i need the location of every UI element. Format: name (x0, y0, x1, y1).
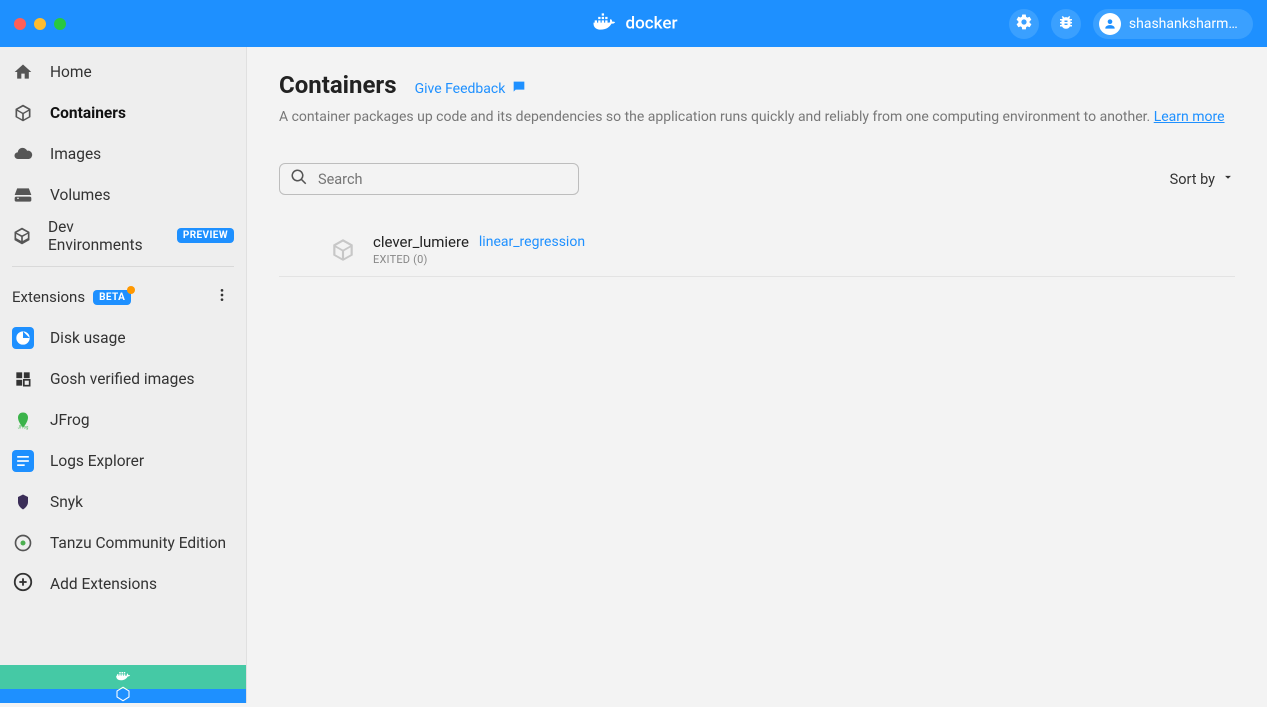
feedback-icon (511, 79, 527, 99)
extension-item-logs-explorer[interactable]: Logs Explorer (0, 440, 246, 481)
cloud-icon (12, 144, 34, 164)
jfrog-icon: JFrog (12, 409, 34, 431)
container-row-top: clever_lumiere linear_regression (373, 233, 585, 251)
add-extensions-button[interactable]: Add Extensions (0, 563, 246, 604)
beta-badge: BETA (93, 290, 131, 305)
search-input[interactable] (318, 171, 568, 188)
extension-item-gosh[interactable]: Gosh verified images (0, 358, 246, 399)
learn-more-link[interactable]: Learn more (1154, 109, 1225, 125)
nav-section: Home Containers Images Volumes (0, 47, 246, 256)
containers-list: clever_lumiere linear_regression EXITED … (279, 223, 1235, 277)
sidebar-item-home[interactable]: Home (0, 51, 246, 92)
extension-label: Disk usage (50, 329, 126, 347)
gear-icon (1015, 13, 1033, 35)
sidebar-item-containers[interactable]: Containers (0, 92, 246, 133)
main-content: Containers Give Feedback A container pac… (247, 47, 1267, 703)
extension-label: Logs Explorer (50, 452, 144, 470)
extension-label: Snyk (50, 493, 83, 511)
add-extensions-label: Add Extensions (50, 575, 157, 593)
container-icon (12, 103, 34, 123)
logs-explorer-icon (12, 450, 34, 472)
chevron-down-icon (1221, 170, 1235, 188)
header-actions: shashanksharm... (1009, 9, 1253, 39)
sidebar-item-label: Dev Environments (48, 218, 161, 254)
app-header: docker shashanksharm... (0, 0, 1267, 47)
sidebar: Home Containers Images Volumes (0, 47, 247, 703)
sidebar-item-label: Images (50, 145, 101, 163)
extensions-menu-button[interactable] (210, 285, 234, 309)
brand-logo: docker (590, 7, 678, 40)
extension-label: Gosh verified images (50, 370, 195, 388)
gosh-icon (12, 368, 34, 390)
page-title: Containers (279, 71, 397, 99)
container-name: clever_lumiere (373, 233, 469, 251)
snyk-icon (12, 491, 34, 513)
container-image-link[interactable]: linear_regression (479, 234, 585, 250)
extension-item-disk-usage[interactable]: Disk usage (0, 317, 246, 358)
container-row[interactable]: clever_lumiere linear_regression EXITED … (279, 223, 1235, 277)
whale-icon (590, 7, 618, 40)
disk-usage-icon (12, 327, 34, 349)
settings-button[interactable] (1009, 9, 1039, 39)
close-window-icon[interactable] (14, 18, 26, 30)
user-menu[interactable]: shashanksharm... (1093, 9, 1253, 39)
home-icon (12, 62, 34, 82)
sort-by-label: Sort by (1170, 171, 1215, 188)
drive-icon (12, 185, 34, 205)
sidebar-item-volumes[interactable]: Volumes (0, 174, 246, 215)
extension-item-jfrog[interactable]: JFrog JFrog (0, 399, 246, 440)
troubleshoot-button[interactable] (1051, 9, 1081, 39)
avatar-icon (1099, 13, 1121, 35)
window-controls (14, 18, 66, 30)
extension-label: Tanzu Community Edition (50, 534, 226, 552)
brand-text: docker (626, 14, 678, 34)
sidebar-divider (12, 266, 234, 267)
container-cube-icon (329, 236, 357, 264)
tanzu-icon (12, 532, 34, 554)
page-description: A container packages up code and its dep… (279, 109, 1235, 125)
dev-env-icon (12, 226, 32, 246)
sidebar-item-label: Containers (50, 104, 126, 122)
controls-row: Sort by (279, 163, 1235, 195)
sidebar-item-label: Volumes (50, 186, 111, 204)
give-feedback-link[interactable]: Give Feedback (415, 79, 528, 99)
sidebar-item-dev-environments[interactable]: Dev Environments PREVIEW (0, 215, 246, 256)
notification-dot-icon (127, 286, 135, 294)
extension-item-tanzu[interactable]: Tanzu Community Edition (0, 522, 246, 563)
search-icon (290, 168, 308, 190)
search-box[interactable] (279, 163, 579, 195)
user-name: shashanksharm... (1129, 16, 1239, 32)
minimize-window-icon[interactable] (34, 18, 46, 30)
extension-item-snyk[interactable]: Snyk (0, 481, 246, 522)
bug-icon (1057, 13, 1075, 35)
plus-circle-icon (12, 571, 34, 597)
more-vertical-icon (214, 287, 230, 307)
sidebar-footer (0, 665, 246, 703)
extensions-title: Extensions (12, 288, 85, 306)
sidebar-item-label: Home (50, 63, 92, 81)
extension-label: JFrog (50, 411, 90, 429)
svg-text:JFrog: JFrog (18, 425, 29, 430)
container-status: EXITED (0) (373, 253, 585, 266)
container-row-text: clever_lumiere linear_regression EXITED … (373, 233, 585, 266)
extensions-header: Extensions BETA (0, 277, 246, 317)
kubernetes-icon (114, 685, 132, 707)
sort-by-button[interactable]: Sort by (1170, 170, 1235, 188)
zoom-window-icon[interactable] (54, 18, 66, 30)
sidebar-item-images[interactable]: Images (0, 133, 246, 174)
description-text: A container packages up code and its dep… (279, 109, 1150, 125)
page-title-row: Containers Give Feedback (279, 71, 1235, 99)
preview-badge: PREVIEW (177, 228, 234, 243)
footer-secondary-bar[interactable] (0, 689, 246, 703)
feedback-label: Give Feedback (415, 81, 506, 97)
